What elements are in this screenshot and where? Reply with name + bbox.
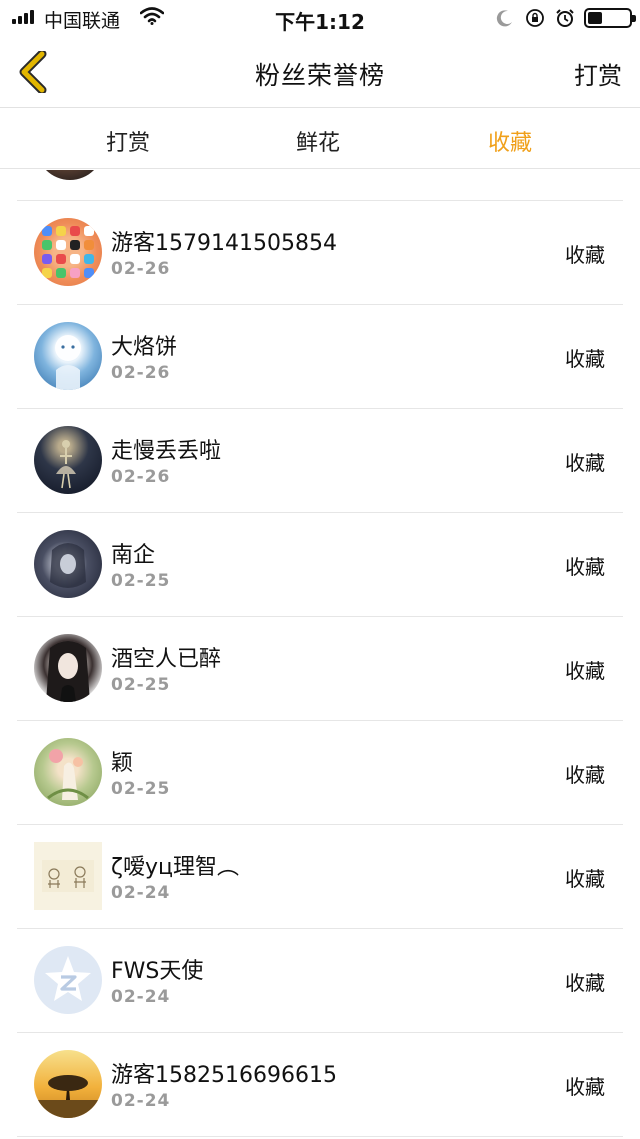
user-name: FWS天使 <box>111 959 204 984</box>
reward-button[interactable]: 打赏 <box>574 56 622 91</box>
user-name: 酒空人已醉 <box>111 647 222 672</box>
avatar <box>34 426 102 494</box>
moon-icon <box>494 8 516 28</box>
avatar <box>34 218 102 286</box>
orientation-lock-icon <box>524 8 546 28</box>
favorite-label: 收藏 <box>565 243 605 267</box>
page-title: 粉丝荣誉榜 <box>254 61 385 90</box>
list-item[interactable]: 酒空人已醉 02-25 收藏 <box>17 616 623 720</box>
list-item[interactable]: 走慢丢丢啦 02-26 收藏 <box>17 408 623 512</box>
alarm-icon <box>554 8 576 28</box>
user-name: 南企 <box>111 543 156 568</box>
status-bar: 中国联通 下午1:12 <box>0 0 640 36</box>
tab-flowers[interactable]: 鲜花 <box>248 125 388 157</box>
favorite-label: 收藏 <box>565 659 605 683</box>
date-label: 02-25 <box>111 675 171 695</box>
tab-reward[interactable]: 打赏 <box>58 125 198 157</box>
tab-bar: 打赏 鲜花 收藏 <box>0 109 640 169</box>
avatar <box>36 170 104 180</box>
date-label: 02-25 <box>111 779 171 799</box>
date-label: 02-26 <box>111 259 171 279</box>
date-label: 02-24 <box>111 1091 171 1111</box>
date-label: 02-26 <box>111 467 171 487</box>
favorite-label: 收藏 <box>565 451 605 475</box>
date-label: 02-25 <box>111 571 171 591</box>
fan-list: 游客1579141505854 02-26 收藏 大烙饼 02-26 收藏 走慢… <box>0 170 640 1139</box>
user-name: 颖 <box>111 751 134 776</box>
list-item[interactable]: 大烙饼 02-26 收藏 <box>17 304 623 408</box>
battery-icon <box>584 8 636 28</box>
favorite-label: 收藏 <box>565 971 605 995</box>
list-item[interactable]: 游客1579141505854 02-26 收藏 <box>17 200 623 304</box>
user-name: 游客1582516696615 <box>111 1063 337 1088</box>
favorite-label: 收藏 <box>565 867 605 891</box>
list-item[interactable]: 颖 02-25 收藏 <box>17 720 623 824</box>
tab-favorites[interactable]: 收藏 <box>440 125 580 157</box>
user-name: 大烙饼 <box>111 335 178 360</box>
favorite-label: 收藏 <box>565 555 605 579</box>
favorite-label: 收藏 <box>565 1075 605 1099</box>
list-item[interactable]: 游客1582516696615 02-24 收藏 <box>17 1032 623 1136</box>
user-name: ζ嗳yц理智︵ <box>111 855 239 880</box>
avatar <box>34 322 102 390</box>
avatar <box>34 1050 102 1118</box>
avatar <box>34 634 102 702</box>
user-name: 游客1579141505854 <box>111 231 337 256</box>
avatar <box>34 738 102 806</box>
favorite-label: 收藏 <box>565 763 605 787</box>
avatar <box>34 530 102 598</box>
default-avatar-icon <box>34 946 102 1014</box>
favorite-label: 收藏 <box>565 347 605 371</box>
date-label: 02-26 <box>111 363 171 383</box>
list-item[interactable]: ζ嗳yц理智︵ 02-24 收藏 <box>17 824 623 928</box>
user-name: 走慢丢丢啦 <box>111 439 222 464</box>
date-label: 02-24 <box>111 987 171 1007</box>
list-item[interactable]: FWS天使 02-24 收藏 <box>17 928 623 1032</box>
avatar <box>34 842 102 910</box>
date-label: 02-24 <box>111 883 171 903</box>
nav-bar: 粉丝荣誉榜 打赏 <box>0 36 640 108</box>
list-item[interactable]: 南企 02-25 收藏 <box>17 512 623 616</box>
